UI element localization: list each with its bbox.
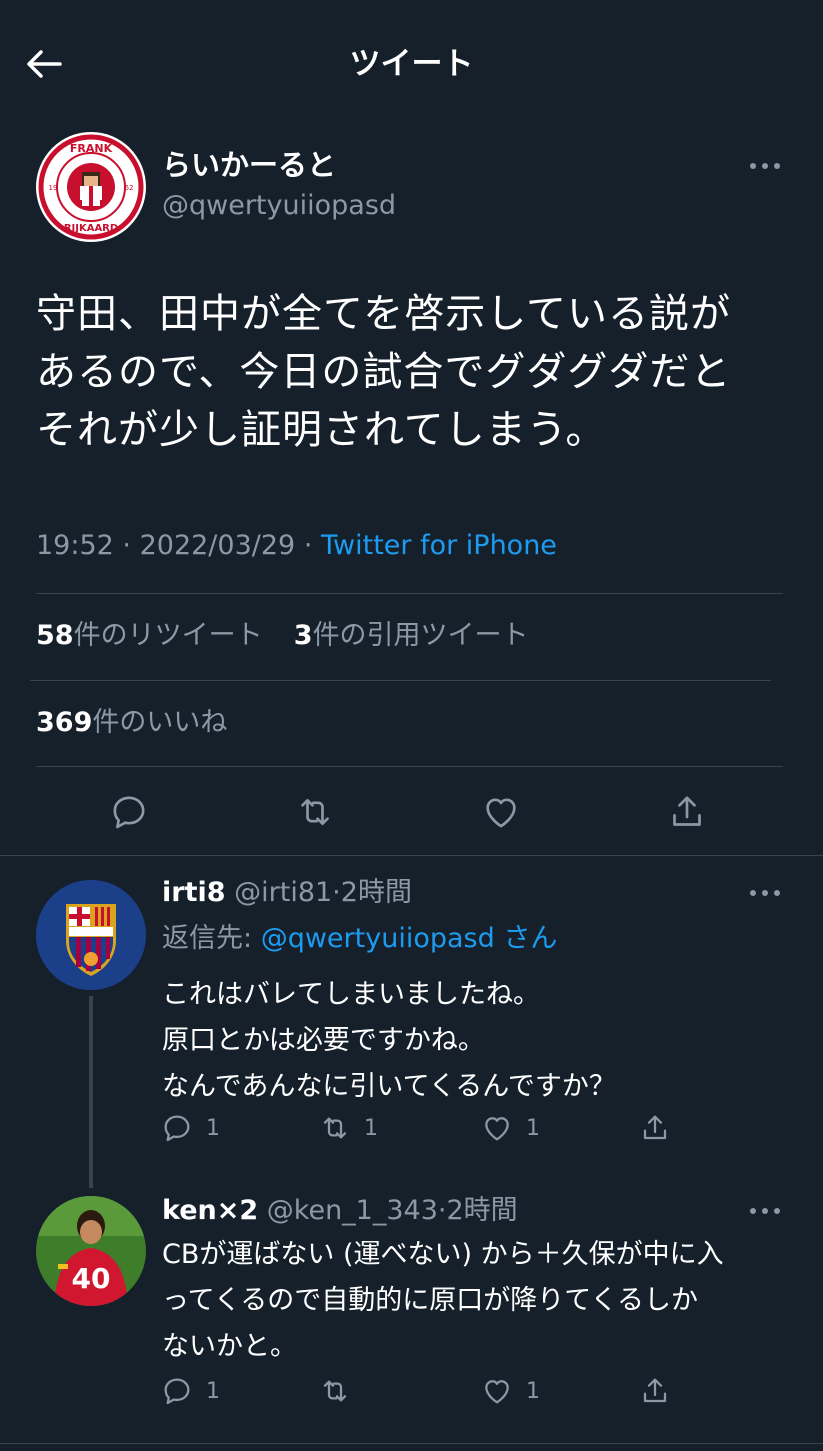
reply-text: これはバレてしまいましたね。 原口とかは必要ですかね。 なんであんなに引いてくる… bbox=[162, 979, 616, 1102]
author-handle[interactable]: @qwertyuiiopasd bbox=[162, 187, 396, 225]
tweet-time: 19:52 bbox=[36, 530, 114, 561]
retweet-count: 1 bbox=[364, 1115, 378, 1141]
reply-tweet[interactable]: irti8 @irti81·2時間 返信先: @qwertyuiiopasd さ… bbox=[0, 856, 823, 1188]
dot-icon bbox=[750, 163, 756, 169]
like-button[interactable]: 1 bbox=[480, 1108, 540, 1148]
reply-to-line: 返信先: @qwertyuiiopasd さん bbox=[162, 920, 557, 958]
reply-button[interactable] bbox=[107, 790, 151, 834]
dot-icon bbox=[774, 890, 780, 896]
share-button[interactable] bbox=[638, 1371, 684, 1411]
avatar[interactable] bbox=[36, 880, 146, 990]
thread-line bbox=[89, 996, 93, 1188]
reply-count: 1 bbox=[206, 1115, 220, 1141]
divider bbox=[30, 680, 771, 681]
tweet-meta: 19:52 · 2022/03/29 · Twitter for iPhone bbox=[36, 526, 557, 566]
meta-separator: · bbox=[332, 877, 341, 908]
quotes-count: 3 bbox=[293, 620, 313, 651]
avatar-year-left: 19 bbox=[49, 184, 58, 192]
jersey-number: 40 bbox=[72, 1262, 111, 1295]
reply-time: 2時間 bbox=[340, 877, 412, 908]
heart-icon bbox=[485, 1117, 509, 1141]
reply-to-suffix: さん bbox=[503, 923, 558, 954]
frank-rijkaard-logo-icon: FRANK RIJKAARD 19 62 bbox=[38, 134, 144, 240]
share-button[interactable] bbox=[665, 790, 709, 834]
share-button[interactable] bbox=[638, 1108, 684, 1148]
reply-icon bbox=[164, 1115, 190, 1142]
reply-header: irti8 @irti81·2時間 bbox=[162, 874, 412, 912]
tweet-date: 2022/03/29 bbox=[139, 530, 296, 561]
like-button[interactable] bbox=[479, 790, 523, 834]
avatar-top-text: FRANK bbox=[70, 142, 113, 155]
dot-icon bbox=[774, 1208, 780, 1214]
share-icon bbox=[643, 1378, 667, 1403]
meta-separator: · bbox=[437, 1195, 447, 1226]
divider bbox=[36, 766, 783, 767]
dot-icon bbox=[762, 1208, 768, 1214]
heart-icon bbox=[485, 1380, 509, 1404]
likes-link[interactable]: 369件のいいね bbox=[36, 703, 227, 743]
share-icon bbox=[643, 1115, 667, 1140]
dot-icon bbox=[774, 163, 780, 169]
quotes-link[interactable]: 3件の引用ツイート bbox=[294, 620, 529, 651]
dot-icon bbox=[762, 163, 768, 169]
retweet-icon bbox=[323, 1380, 347, 1402]
divider bbox=[0, 1443, 823, 1444]
more-options-button[interactable] bbox=[750, 1205, 780, 1217]
retweet-icon bbox=[301, 799, 329, 825]
reply-author-name[interactable]: ken×2 bbox=[162, 1195, 258, 1226]
avatar[interactable]: 40 bbox=[36, 1196, 146, 1306]
reply-time: 2時間 bbox=[446, 1195, 518, 1226]
reply-tweet[interactable]: 40 ken×2 @ken_1_343·2時間 CBが運ばない (運べない) か… bbox=[0, 1176, 823, 1451]
like-count: 1 bbox=[526, 1378, 540, 1404]
tweet-source-link[interactable]: Twitter for iPhone bbox=[321, 530, 557, 561]
tweet-text: 守田、田中が全てを啓示している説が あるので、今日の試合でグダグダだと それが少… bbox=[36, 291, 732, 453]
meta-separator: · bbox=[122, 530, 131, 561]
reply-count: 1 bbox=[206, 1378, 220, 1404]
retweets-label: 件のリツイート bbox=[73, 620, 263, 651]
meta-separator: · bbox=[303, 530, 313, 561]
engagement-stats: 58件のリツイート 3件の引用ツイート bbox=[36, 616, 529, 656]
reply-header: ken×2 @ken_1_343·2時間 bbox=[162, 1192, 518, 1230]
dot-icon bbox=[750, 890, 756, 896]
retweet-button[interactable] bbox=[318, 1371, 364, 1411]
divider bbox=[36, 593, 783, 594]
likes-count: 369 bbox=[36, 707, 93, 738]
more-options-button[interactable] bbox=[750, 887, 780, 899]
retweet-icon bbox=[323, 1117, 347, 1139]
like-button[interactable]: 1 bbox=[480, 1371, 540, 1411]
more-options-button[interactable] bbox=[750, 160, 780, 172]
quotes-label: 件の引用ツイート bbox=[312, 620, 529, 651]
reply-icon bbox=[113, 796, 145, 829]
heart-icon bbox=[486, 798, 516, 828]
soccer-player-photo-icon: 40 bbox=[36, 1196, 146, 1306]
share-icon bbox=[673, 796, 701, 826]
retweets-link[interactable]: 58件のリツイート bbox=[36, 620, 263, 651]
retweets-count: 58 bbox=[36, 620, 74, 651]
likes-label: 件のいいね bbox=[92, 707, 228, 738]
reply-author-handle[interactable]: @ken_1_343 bbox=[267, 1195, 438, 1226]
reply-button[interactable]: 1 bbox=[160, 1108, 220, 1148]
header: ツイート bbox=[0, 0, 823, 125]
reply-text: CBが運ばない (運べない) から＋久保が中に入 ってくるので自動的に原口が降り… bbox=[162, 1239, 724, 1362]
retweet-button[interactable]: 1 bbox=[318, 1108, 378, 1148]
dot-icon bbox=[762, 890, 768, 896]
reply-to-label: 返信先: bbox=[162, 923, 253, 954]
reply-to-handle-link[interactable]: @qwertyuiiopasd bbox=[261, 923, 495, 954]
page-title: ツイート bbox=[349, 46, 474, 82]
reply-icon bbox=[164, 1378, 190, 1405]
avatar-year-right: 62 bbox=[125, 184, 134, 192]
author-name[interactable]: らいかーると bbox=[162, 145, 336, 185]
like-count: 1 bbox=[526, 1115, 540, 1141]
fc-barcelona-crest-icon bbox=[36, 880, 146, 990]
avatar-bottom-text: RIJKAARD bbox=[64, 223, 118, 234]
dot-icon bbox=[750, 1208, 756, 1214]
retweet-button[interactable] bbox=[293, 790, 337, 834]
reply-author-name[interactable]: irti8 bbox=[162, 877, 226, 908]
avatar[interactable]: FRANK RIJKAARD 19 62 bbox=[36, 132, 146, 242]
reply-author-handle[interactable]: @irti81 bbox=[234, 877, 332, 908]
reply-button[interactable]: 1 bbox=[160, 1371, 220, 1411]
